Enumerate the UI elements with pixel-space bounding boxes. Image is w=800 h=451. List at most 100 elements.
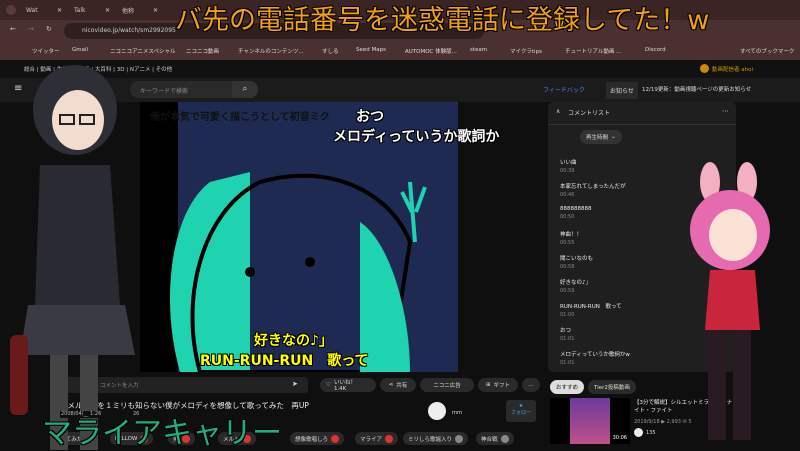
comment-text: RUN-RUN-RUN 歌って — [560, 304, 622, 310]
comment-text: おつ — [560, 328, 572, 334]
user-name[interactable]: 動画配信者 ahoi — [712, 65, 753, 73]
reload-icon[interactable]: ↻ — [46, 25, 52, 33]
related-tab-uploader[interactable]: Tier2投稿動画 — [588, 380, 636, 394]
related-thumbnail[interactable]: 30:06 — [550, 398, 630, 444]
tag[interactable]: 想像歌唱しろ — [290, 432, 345, 445]
related-tab-recommended[interactable]: おすすめ — [550, 380, 585, 394]
bookmark[interactable]: ニコニコアニメスペシャル — [110, 47, 176, 55]
comment-item[interactable]: 本家忘れてしまったんだが 00:46 — [560, 182, 626, 198]
tag-label: マライア — [360, 436, 383, 443]
bookmark-all[interactable]: すべてのブックマーク — [740, 47, 794, 55]
uploader-avatar[interactable] — [428, 402, 446, 420]
tab-label: 他称 — [122, 8, 135, 15]
bookmark[interactable]: ツイッター — [32, 47, 60, 55]
comment-item[interactable]: RUN-RUN-RUN 歌って 01:00 — [560, 302, 622, 318]
close-icon[interactable]: ✕ — [153, 7, 158, 14]
comment-time: 01:01 — [560, 360, 575, 366]
feedback-link[interactable]: フィードバック — [543, 85, 585, 94]
comment-text: 好きなの♪」 — [560, 280, 592, 286]
comment-text: 聞こいなのも — [560, 256, 594, 262]
browser-tab[interactable]: 他称 ✕ — [118, 3, 162, 18]
sort-label: 再生時間 — [586, 135, 609, 141]
danmaku-comment: RUN-RUN-RUN 歌って — [200, 353, 369, 369]
search-icon[interactable]: ⌕ — [232, 81, 258, 98]
browser-tab[interactable]: Wat ✕ — [22, 3, 66, 18]
comment-time: 00:59 — [560, 288, 575, 294]
bookmark[interactable]: すしる — [322, 47, 339, 55]
bookmark[interactable]: Seed Maps — [356, 47, 386, 53]
panel-title: コメントリスト — [568, 110, 611, 117]
bookmark[interactable]: チュートリアル動画 ... — [565, 47, 621, 55]
comment-text: 本家忘れてしまったんだが — [560, 184, 626, 190]
back-icon[interactable]: ← — [10, 25, 16, 33]
stream-title-overlay: バ先の電話番号を迷惑電話に登録してた！w — [175, 5, 710, 36]
share-label: 共有 — [396, 383, 408, 389]
notice-label: お知らせ — [606, 82, 638, 99]
notice-text[interactable]: 12/19更新：動画視聴ページの更新お知らせ — [642, 85, 751, 93]
like-button[interactable]: ♡ いいね！ 1.4K — [320, 378, 376, 392]
tag[interactable]: ミリしら歌謡入り — [403, 432, 469, 445]
comment-time: 00:55 — [560, 240, 575, 246]
like-label: いいね！ 1.4K — [333, 380, 356, 392]
related-uploader-avatar — [634, 428, 643, 437]
related-duration: 30:06 — [612, 435, 627, 441]
comment-item[interactable]: 888888888 00:50 — [560, 206, 592, 220]
streamer-name-overlay: マライアキャリー — [42, 416, 282, 451]
related-likes: 135 — [646, 430, 656, 436]
forward-icon[interactable]: → — [28, 25, 34, 33]
comment-item[interactable]: おつ 01:01 — [560, 326, 574, 342]
vtuber-avatar-right — [690, 162, 770, 440]
comment-time: 01:01 — [560, 336, 575, 342]
bookmark[interactable]: マイクラtips — [510, 47, 542, 55]
danmaku-comment: おつ — [356, 109, 384, 125]
gift-button[interactable]: ⊞ ギフト — [478, 378, 518, 392]
nicoad-label: ニコニ広告 — [433, 383, 461, 389]
follow-button[interactable]: ★ フォロー — [506, 400, 536, 422]
comment-item[interactable]: 聞こいなのも 00:58 — [560, 254, 593, 270]
comment-count: 26 — [132, 411, 141, 418]
bookmark[interactable]: ニコニコ動画 — [186, 47, 219, 55]
browser-tab[interactable]: Talk ✕ — [70, 3, 114, 18]
comment-text: 神曲！！ — [560, 232, 583, 238]
nicoad-button[interactable]: ニコニ広告 — [420, 378, 474, 392]
comment-item[interactable]: メロディっていうか歌詞かw 01:01 — [560, 350, 630, 366]
comment-time: 00:58 — [560, 264, 575, 270]
danmaku-comment: メロディっていうか歌詞か — [333, 129, 500, 145]
comment-time: 01:00 — [560, 312, 575, 318]
bookmark[interactable]: チャンネルのコンテンツ... — [238, 47, 304, 55]
tag-label: ミリしら歌謡入り — [408, 436, 453, 443]
comment-item[interactable]: 神曲！！ 00:55 — [560, 230, 582, 246]
star-icon: ★ — [518, 403, 524, 409]
vtuber-avatar-left — [10, 65, 135, 450]
close-icon[interactable]: ✕ — [57, 7, 62, 14]
tag[interactable]: 神合戦 — [476, 432, 514, 445]
uploader-name[interactable]: ｍｍ — [452, 409, 462, 416]
collapse-icon[interactable]: ∧ — [556, 108, 560, 115]
tab-search-button[interactable] — [6, 5, 16, 15]
follow-label: フォロー — [510, 410, 531, 416]
gift-label: ギフト — [493, 383, 511, 389]
close-icon[interactable]: ✕ — [105, 7, 110, 14]
tab-label: Talk — [74, 7, 86, 14]
bookmark[interactable]: steam — [470, 47, 487, 53]
more-actions-button[interactable]: … — [522, 378, 540, 392]
comment-time: 00:50 — [560, 214, 575, 220]
comment-item[interactable]: 好きなの♪」 00:59 — [560, 278, 591, 294]
share-button[interactable]: ⋖ 共有 — [380, 378, 416, 392]
comment-time: 00:39 — [560, 168, 575, 174]
sort-dropdown[interactable]: 再生時間 ⌄ — [580, 130, 622, 144]
avatar[interactable] — [700, 64, 709, 73]
video-date: 2008/04/__ 1:26 — [60, 411, 103, 418]
comment-item[interactable]: いい曲 00:39 — [560, 158, 577, 174]
comment-text: いい曲 — [560, 160, 577, 166]
bookmark[interactable]: AUTOMOC 体験版... — [405, 47, 457, 55]
tag[interactable]: マライア — [355, 432, 399, 445]
bookmark[interactable]: Discord — [645, 47, 666, 53]
more-icon[interactable]: ⋯ — [722, 107, 729, 115]
send-icon[interactable]: ➤ — [292, 380, 298, 388]
comment-time: 00:46 — [560, 192, 575, 198]
tag-label: 想像歌唱しろ — [295, 436, 329, 443]
bookmark[interactable]: Gmail — [72, 47, 88, 53]
tab-label: Wat — [26, 7, 38, 14]
comment-text: 888888888 — [560, 206, 592, 212]
